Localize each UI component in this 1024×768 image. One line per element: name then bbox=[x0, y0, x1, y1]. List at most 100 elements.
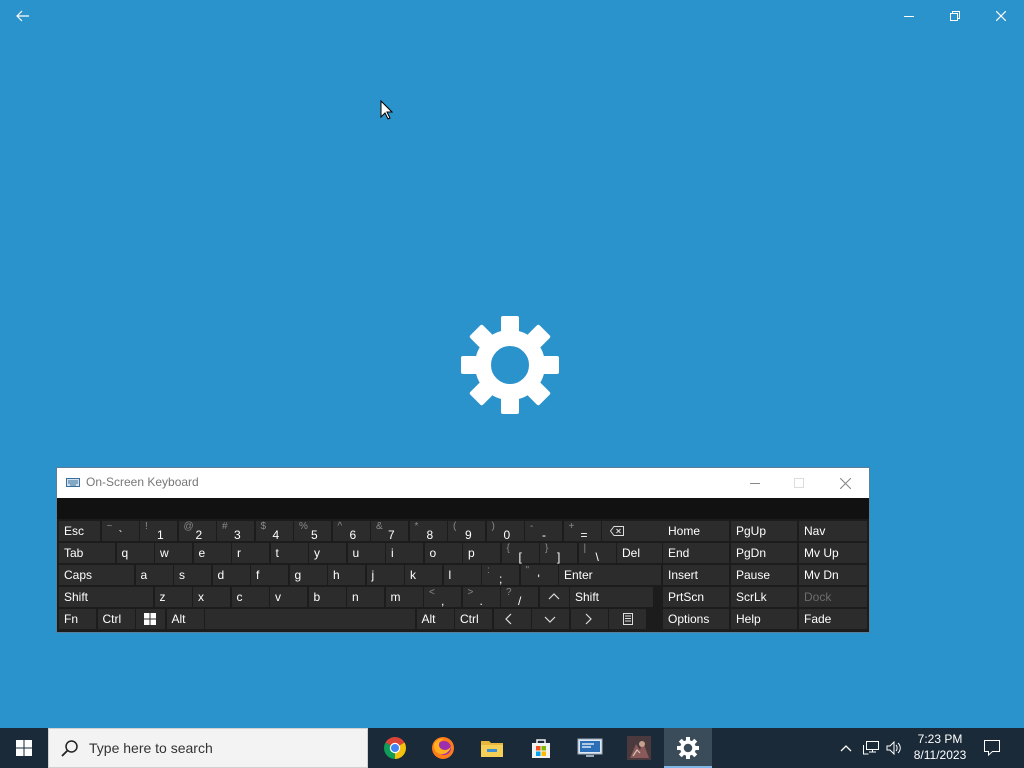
tray-show-hidden-icons[interactable] bbox=[836, 728, 856, 768]
key-d[interactable]: d bbox=[212, 565, 250, 585]
close-button[interactable] bbox=[978, 0, 1024, 32]
key-prtscn[interactable]: PrtScn bbox=[663, 587, 729, 607]
key-end[interactable]: End bbox=[663, 543, 729, 563]
key-lbracket[interactable]: {[ bbox=[501, 543, 539, 564]
key-shift-right[interactable]: Shift bbox=[570, 587, 653, 607]
key-help[interactable]: Help bbox=[731, 609, 797, 629]
key-5[interactable]: % 5 bbox=[294, 521, 331, 542]
key-q[interactable]: q bbox=[116, 543, 154, 563]
key-quote[interactable]: " ' bbox=[520, 565, 558, 586]
key-g[interactable]: g bbox=[289, 565, 327, 585]
key-semicolon[interactable]: :; bbox=[482, 565, 519, 586]
key-7[interactable]: & 7 bbox=[371, 521, 408, 542]
key-win[interactable] bbox=[136, 609, 165, 629]
key-c[interactable]: c bbox=[231, 587, 269, 607]
key-mvdn[interactable]: Mv Dn bbox=[799, 565, 867, 585]
key-n[interactable]: n bbox=[347, 587, 384, 607]
key-x[interactable]: x bbox=[193, 587, 230, 607]
key-u[interactable]: u bbox=[347, 543, 385, 563]
key-space[interactable] bbox=[205, 609, 415, 629]
key-enter[interactable]: Enter bbox=[559, 565, 661, 585]
key-tilde[interactable]: ~ ` bbox=[101, 521, 139, 542]
key-z[interactable]: z bbox=[154, 587, 192, 607]
tray-network[interactable] bbox=[860, 728, 882, 768]
key-dock[interactable]: Dock bbox=[799, 587, 867, 607]
key-esc[interactable]: Esc bbox=[59, 521, 100, 541]
key-equals[interactable]: + = bbox=[563, 521, 601, 542]
key-minus[interactable]: -- bbox=[525, 521, 562, 542]
minimize-button[interactable] bbox=[886, 0, 932, 32]
key-2[interactable]: @2 bbox=[178, 521, 216, 542]
taskbar-remote-desktop[interactable] bbox=[566, 728, 614, 768]
key-del[interactable]: Del bbox=[617, 543, 662, 563]
key-scrlk[interactable]: ScrLk bbox=[731, 587, 797, 607]
key-ctrl-left[interactable]: Ctrl bbox=[97, 609, 135, 629]
key-alt-left[interactable]: Alt bbox=[166, 609, 204, 629]
key-j[interactable]: j bbox=[366, 565, 404, 585]
key-caps[interactable]: Caps bbox=[59, 565, 134, 585]
key-r[interactable]: r bbox=[232, 543, 269, 563]
taskbar-settings[interactable] bbox=[664, 728, 712, 768]
key-pause[interactable]: Pause bbox=[731, 565, 797, 585]
key-insert[interactable]: Insert bbox=[663, 565, 729, 585]
key-b[interactable]: b bbox=[308, 587, 346, 607]
taskbar-game[interactable] bbox=[615, 728, 663, 768]
key-k[interactable]: k bbox=[405, 565, 442, 585]
key-w[interactable]: w bbox=[155, 543, 192, 563]
key-nav[interactable]: Nav bbox=[799, 521, 867, 541]
key-0[interactable]: ) 0 bbox=[486, 521, 524, 542]
key-8[interactable]: * 8 bbox=[409, 521, 447, 542]
taskbar-file-explorer[interactable] bbox=[468, 728, 516, 768]
key-down[interactable] bbox=[532, 609, 569, 629]
taskbar-search-box[interactable]: Type here to search bbox=[48, 728, 368, 768]
taskbar-chrome[interactable] bbox=[371, 728, 419, 768]
action-center-button[interactable] bbox=[980, 728, 1004, 768]
key-comma[interactable]: <, bbox=[424, 587, 461, 608]
key-i[interactable]: i bbox=[386, 543, 423, 563]
taskbar-microsoft-store[interactable] bbox=[517, 728, 565, 768]
restore-button[interactable] bbox=[932, 0, 978, 32]
key-shift-left[interactable]: Shift bbox=[59, 587, 153, 607]
key-9[interactable]: (9 bbox=[448, 521, 485, 542]
key-mvup[interactable]: Mv Up bbox=[799, 543, 867, 563]
key-t[interactable]: t bbox=[270, 543, 308, 563]
key-slash[interactable]: ? / bbox=[501, 587, 538, 608]
osk-maximize-button[interactable] bbox=[777, 468, 821, 498]
key-f[interactable]: f bbox=[251, 565, 288, 585]
start-button[interactable] bbox=[0, 728, 48, 768]
key-left[interactable] bbox=[493, 609, 531, 629]
key-pgdn[interactable]: PgDn bbox=[731, 543, 797, 563]
key-pgup[interactable]: PgUp bbox=[731, 521, 797, 541]
osk-minimize-button[interactable] bbox=[733, 468, 777, 498]
key-home[interactable]: Home bbox=[663, 521, 729, 541]
key-menu[interactable] bbox=[609, 609, 646, 629]
key-alt-right[interactable]: Alt bbox=[416, 609, 454, 629]
back-button[interactable] bbox=[0, 0, 46, 32]
key-p[interactable]: p bbox=[463, 543, 500, 563]
key-h[interactable]: h bbox=[328, 565, 365, 585]
key-y[interactable]: y bbox=[309, 543, 346, 563]
key-fn[interactable]: Fn bbox=[59, 609, 96, 629]
osk-close-button[interactable] bbox=[823, 468, 867, 498]
key-v[interactable]: v bbox=[270, 587, 307, 607]
key-options[interactable]: Options bbox=[663, 609, 729, 629]
key-rbracket[interactable]: }] bbox=[540, 543, 577, 564]
key-fade[interactable]: Fade bbox=[799, 609, 867, 629]
osk-title-bar[interactable]: On-Screen Keyboard bbox=[57, 468, 869, 498]
key-up[interactable] bbox=[539, 587, 569, 607]
key-a[interactable]: a bbox=[135, 565, 173, 585]
key-ctrl-right[interactable]: Ctrl bbox=[455, 609, 492, 629]
key-4[interactable]: $4 bbox=[255, 521, 293, 542]
key-backspace[interactable] bbox=[602, 521, 666, 541]
taskbar-firefox[interactable] bbox=[419, 728, 467, 768]
key-6[interactable]: ^ 6 bbox=[332, 521, 370, 542]
key-e[interactable]: e bbox=[193, 543, 231, 563]
key-s[interactable]: s bbox=[174, 565, 211, 585]
key-right[interactable] bbox=[570, 609, 608, 629]
key-backslash[interactable]: | \ bbox=[578, 543, 616, 564]
key-l[interactable]: l bbox=[443, 565, 481, 585]
taskbar-clock[interactable]: 7:23 PM 8/11/2023 bbox=[900, 731, 980, 763]
key-tab[interactable]: Tab bbox=[59, 543, 115, 563]
key-1[interactable]: ! 1 bbox=[140, 521, 177, 542]
key-m[interactable]: m bbox=[385, 587, 423, 607]
